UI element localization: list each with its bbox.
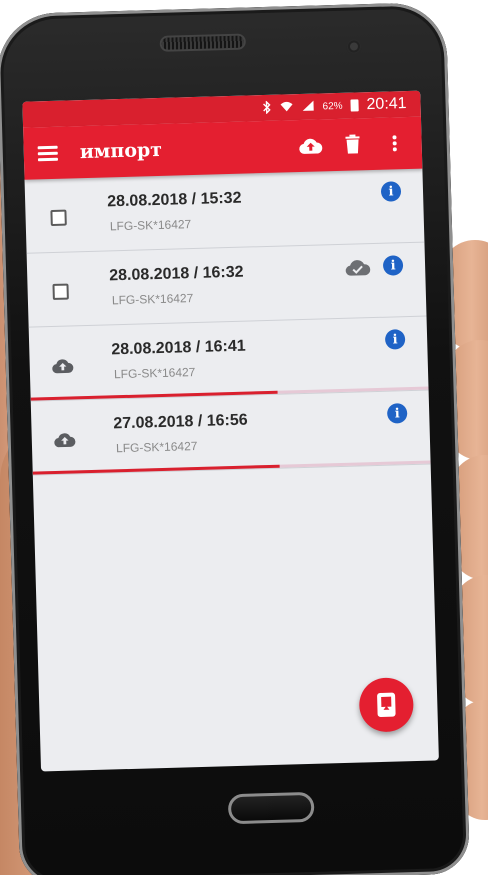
cloud-upload-icon [54,433,76,448]
import-list: 28.08.2018 / 15:32 LFG-SK*16427 i 28.08.… [24,168,431,476]
trash-icon [345,134,360,154]
list-item[interactable]: 28.08.2018 / 16:41 LFG-SK*16427 i [28,316,429,402]
list-item[interactable]: 28.08.2018 / 16:32 LFG-SK*16427 i [26,242,427,328]
item-device-id: LFG-SK*16427 [111,291,194,308]
clock: 20:41 [366,95,407,114]
item-datetime: 28.08.2018 / 16:32 [109,263,244,285]
checkbox[interactable] [50,209,67,227]
item-datetime: 28.08.2018 / 15:32 [106,189,242,211]
home-button[interactable] [227,791,315,825]
select-checkbox[interactable] [49,280,72,303]
cloud-done-icon [345,258,371,277]
info-icon[interactable]: i [382,255,404,276]
checkbox[interactable] [52,283,69,300]
phone-body: 62% 20:41 импорт 28.08.2018 / 15:32 LFG-… [0,1,471,875]
battery-icon [350,99,359,112]
wifi-icon [279,100,293,114]
hamburger-menu-icon[interactable] [37,145,59,161]
select-checkbox[interactable] [47,206,70,229]
list-item[interactable]: 27.08.2018 / 16:56 LFG-SK*16427 i [30,390,431,476]
item-device-id: LFG-SK*16427 [109,217,192,234]
upload-progress-bar [32,460,431,475]
item-device-id: LFG-SK*16427 [115,438,198,456]
bluetooth-icon [262,99,271,115]
phone-screen: 62% 20:41 импорт 28.08.2018 / 15:32 LFG-… [22,90,439,772]
info-icon[interactable]: i [384,329,406,350]
device-import-icon [377,692,396,717]
info-icon[interactable]: i [386,403,408,424]
upload-status [51,354,74,377]
front-camera [349,42,359,51]
item-device-id: LFG-SK*16427 [113,365,196,382]
more-options-button[interactable] [381,130,408,157]
photo-scene: 62% 20:41 импорт 28.08.2018 / 15:32 LFG-… [0,0,488,875]
delete-button[interactable] [339,131,366,158]
signal-icon [301,100,314,114]
item-datetime: 28.08.2018 / 16:41 [111,337,246,359]
battery-percent: 62% [322,100,343,112]
upload-all-button[interactable] [297,132,324,159]
upload-status [54,428,77,451]
page-title: импорт [79,138,163,164]
info-icon[interactable]: i [380,181,402,202]
item-datetime: 27.08.2018 / 16:56 [113,411,248,433]
more-vert-icon [392,135,397,152]
import-fab-button[interactable] [358,677,415,733]
app-bar: импорт [23,116,423,180]
list-item[interactable]: 28.08.2018 / 15:32 LFG-SK*16427 i [24,168,425,254]
cloud-upload-icon [52,359,74,374]
earpiece-speaker [161,35,244,50]
cloud-upload-icon [299,138,323,154]
